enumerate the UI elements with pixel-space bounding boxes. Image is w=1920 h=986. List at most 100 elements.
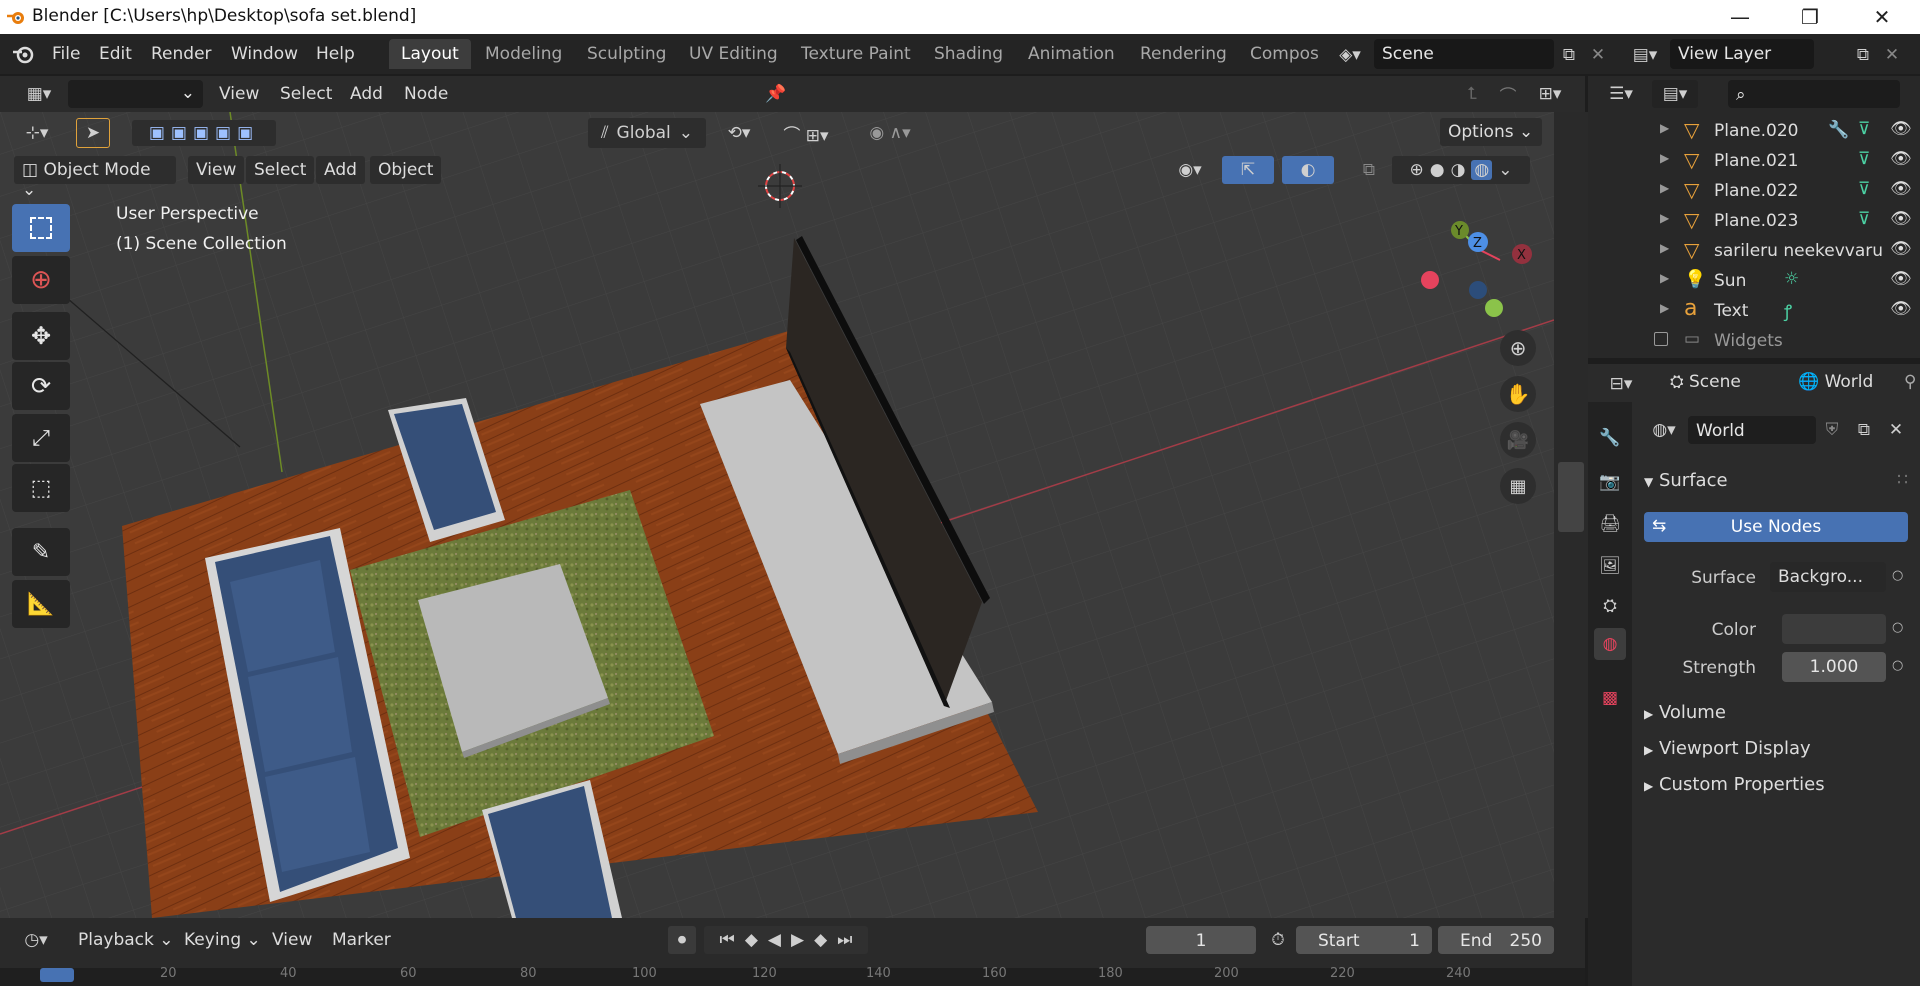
snap-target-icon[interactable]: ⊞▾	[1528, 80, 1572, 108]
prev-keyframe-icon[interactable]: ◆	[745, 930, 758, 950]
outliner-row-plane-023[interactable]: ▶ ▽ Plane.023 ⊽ 👁	[1588, 206, 1920, 236]
start-frame-field[interactable]: Start 1	[1296, 926, 1432, 954]
scene-breadcrumb[interactable]: ⛭ Scene	[1670, 372, 1741, 392]
menu-view[interactable]: View	[219, 84, 259, 104]
output-tab-icon[interactable]: 🖨	[1594, 508, 1626, 540]
playhead[interactable]	[40, 968, 74, 982]
visibility-eye-icon[interactable]: 👁	[1890, 119, 1912, 139]
menu-viewport-add[interactable]: Add	[316, 156, 365, 184]
expand-arrow-icon[interactable]: ▶	[1660, 241, 1669, 255]
duplicate-world-icon[interactable]: ⧉	[1850, 416, 1878, 444]
tab-modeling[interactable]: Modeling	[473, 39, 574, 69]
transform-orientation-dropdown[interactable]: ⫽ Global ⌄	[588, 118, 706, 148]
menu-render[interactable]: Render	[151, 44, 212, 64]
menu-viewport-object[interactable]: Object	[370, 156, 442, 184]
end-frame-field[interactable]: End 250	[1438, 926, 1554, 954]
auto-keying-icon[interactable]: ⏺	[668, 926, 696, 954]
surface-panel-header[interactable]: ▼ Surface	[1644, 470, 1728, 491]
world-browse-icon[interactable]: ◍▾	[1644, 416, 1684, 444]
delete-view-layer-icon[interactable]: ✕	[1880, 42, 1904, 68]
menu-node[interactable]: Node	[404, 84, 448, 104]
timeline-view-menu[interactable]: View	[272, 930, 312, 950]
solid-shading-icon[interactable]: ●	[1430, 160, 1445, 180]
rendered-shading-icon[interactable]: ◍	[1471, 160, 1493, 180]
scrollbar-handle[interactable]	[1558, 462, 1584, 532]
editor-type-icon[interactable]: ▦▾	[16, 80, 62, 108]
pin-icon[interactable]: ⚲	[1904, 372, 1916, 392]
camera-view-icon[interactable]: 🎥	[1500, 422, 1536, 458]
visibility-eye-icon[interactable]: 👁	[1890, 209, 1912, 229]
delete-scene-icon[interactable]: ✕	[1586, 42, 1610, 68]
snap-icon[interactable]: ⌒	[1494, 80, 1522, 108]
scale-tool[interactable]: ⤢	[12, 414, 70, 462]
unlink-world-icon[interactable]: ✕	[1882, 416, 1910, 444]
volume-panel-header[interactable]: ▶ Volume	[1644, 702, 1726, 723]
exclude-checkbox[interactable]	[1654, 332, 1668, 346]
restore-button[interactable]: ❐	[1780, 0, 1840, 34]
outliner-row-plane-022[interactable]: ▶ ▽ Plane.022 ⊽ 👁	[1588, 176, 1920, 206]
menu-help[interactable]: Help	[316, 44, 355, 64]
expand-arrow-icon[interactable]: ▶	[1660, 181, 1669, 195]
display-mode-icon[interactable]: ▤▾	[1652, 80, 1698, 108]
marker-menu[interactable]: Marker	[332, 930, 391, 950]
tab-uv-editing[interactable]: UV Editing	[677, 39, 790, 69]
shading-modes[interactable]: ⊕ ● ◑ ◍ ⌄	[1392, 156, 1530, 184]
frame-ruler[interactable]: 20 40 60 80 100 120 140 160 180 200 220 …	[0, 966, 1585, 986]
keying-menu[interactable]: Keying ⌄	[184, 930, 261, 950]
new-view-layer-icon[interactable]: ⧉	[1850, 42, 1876, 68]
object-mode-dropdown[interactable]: ◫ Object Mode ⌄	[14, 156, 176, 200]
timeline-editor-type-icon[interactable]: ◷▾	[14, 926, 58, 954]
stopwatch-icon[interactable]: ⏱	[1264, 926, 1292, 954]
drag-handle-icon[interactable]: ∷	[1897, 470, 1908, 490]
outliner-row-widgets[interactable]: ▭ Widgets	[1588, 326, 1920, 356]
node-tree-dropdown[interactable]: ⌄	[68, 80, 203, 108]
jump-start-icon[interactable]: ⏮	[720, 930, 735, 950]
next-keyframe-icon[interactable]: ◆	[814, 930, 827, 950]
material-shading-icon[interactable]: ◑	[1451, 160, 1466, 180]
playback-menu[interactable]: Playback ⌄	[78, 930, 174, 950]
select-tool-icon[interactable]: ➤	[76, 118, 110, 148]
custom-properties-panel-header[interactable]: ▶ Custom Properties	[1644, 774, 1825, 795]
menu-select[interactable]: Select	[280, 84, 332, 104]
menu-window[interactable]: Window	[231, 44, 298, 64]
outliner-editor-type-icon[interactable]: ☰▾	[1600, 80, 1642, 108]
ortho-toggle-icon[interactable]: ▦	[1500, 468, 1536, 504]
visibility-eye-icon[interactable]: 👁	[1890, 179, 1912, 199]
tab-layout[interactable]: Layout	[389, 39, 471, 69]
overlay-toggle-icon[interactable]: ◐	[1282, 156, 1334, 184]
3d-viewport[interactable]: ⊹▾ ➤ ▣▣▣▣▣ ⫽ Global ⌄ ⟲▾ ⌒ ⊞▾ ◉ ∧▾ Options…	[0, 112, 1554, 918]
select-mode-icons[interactable]: ▣▣▣▣▣	[132, 120, 276, 146]
outliner-row-sarileru[interactable]: ▶ ▽ sarileru neekevvaru 👁	[1588, 236, 1920, 266]
measure-tool[interactable]: 📐	[12, 580, 70, 628]
visibility-eye-icon[interactable]: 👁	[1890, 269, 1912, 289]
blender-menu-icon[interactable]	[12, 43, 34, 65]
editor-type-3d-icon[interactable]: ⊹▾	[14, 120, 60, 146]
color-swatch[interactable]	[1782, 614, 1886, 644]
tab-rendering[interactable]: Rendering	[1128, 39, 1239, 69]
select-box-tool[interactable]	[12, 204, 70, 252]
render-tab-icon[interactable]: 📷	[1594, 466, 1626, 498]
navigation-gizmo[interactable]: Y Z X	[1410, 208, 1540, 328]
view-layer-browse-icon[interactable]: ▤▾	[1625, 42, 1665, 68]
menu-add[interactable]: Add	[350, 84, 383, 104]
scene-tab-icon[interactable]: ⛭	[1594, 590, 1626, 622]
tab-sculpting[interactable]: Sculpting	[575, 39, 678, 69]
tab-animation[interactable]: Animation	[1016, 39, 1127, 69]
gizmo-toggle-icon[interactable]: ⇱	[1222, 156, 1274, 184]
visibility-eye-icon[interactable]: 👁	[1890, 299, 1912, 319]
play-icon[interactable]: ▶	[791, 930, 804, 950]
xray-icon[interactable]: ⧉	[1356, 156, 1382, 184]
annotate-tool[interactable]: ✎	[12, 528, 70, 576]
surface-shader-field[interactable]: Backgro...	[1770, 562, 1886, 592]
menu-file[interactable]: File	[52, 44, 80, 64]
outliner-search-input[interactable]: ⌕	[1728, 80, 1900, 108]
use-nodes-button[interactable]: ⇆ Use Nodes	[1644, 512, 1908, 542]
expand-arrow-icon[interactable]: ▶	[1660, 271, 1669, 285]
viewport-display-panel-header[interactable]: ▶ Viewport Display	[1644, 738, 1811, 759]
close-button[interactable]: ✕	[1852, 0, 1912, 34]
current-frame-field[interactable]: 1	[1146, 926, 1256, 954]
world-name-field[interactable]: World	[1688, 416, 1816, 444]
socket-dot-icon[interactable]: ○	[1892, 568, 1903, 583]
wireframe-shading-icon[interactable]: ⊕	[1409, 160, 1423, 180]
pan-hand-icon[interactable]: ✋	[1500, 376, 1536, 412]
